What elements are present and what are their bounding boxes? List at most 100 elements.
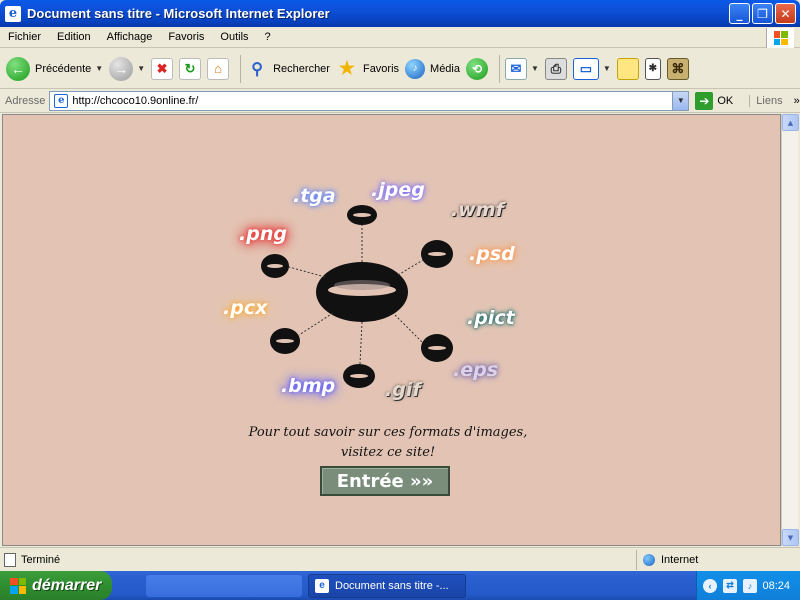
favorites-label: Favoris [362,62,400,75]
favorites-button[interactable]: ★ Favoris [336,52,399,86]
search-icon: ⚲ [251,60,263,78]
home-icon: ⌂ [207,57,230,80]
home-button[interactable]: ⌂ [207,52,230,86]
web-page: .tga .jpeg .wmf .png .psd .pcx .pict .ep… [2,114,781,546]
refresh-button[interactable]: ↻ [179,52,202,86]
zone-label: Internet [661,554,699,566]
title-bar[interactable]: e Document sans titre - Microsoft Intern… [0,0,800,27]
menu-fichier[interactable]: Fichier [0,31,49,43]
taskbar-item-ie[interactable]: e Document sans titre -... [308,574,466,598]
ie-icon: e [5,5,21,22]
security-zone[interactable]: Internet [636,550,698,570]
taskbar-item[interactable] [146,575,302,597]
task-label: Document sans titre -... [335,580,449,592]
go-button[interactable]: ➔ OK [695,91,734,110]
back-dropdown-icon[interactable]: ▼ [95,64,103,73]
refresh-icon: ↻ [179,57,202,80]
status-text: Terminé [21,553,61,566]
network-icon[interactable]: ⇄ [723,578,737,593]
printer-icon: ⎙ [544,57,567,80]
edit-button[interactable]: ▭ ▼ [572,52,611,86]
menu-favoris[interactable]: Favoris [160,31,212,43]
search-label: Rechercher [273,62,330,75]
toolbar-separator [499,54,500,83]
document-icon [4,552,16,567]
forward-button[interactable]: → ▼ [109,52,145,86]
system-tray: ‹ ⇄ ♪ 08:24 [696,571,800,600]
menu-edition[interactable]: Edition [49,31,99,43]
status-bar: Terminé Internet [0,547,800,571]
forward-dropdown-icon[interactable]: ▼ [137,64,145,73]
menu-help[interactable]: ? [257,31,279,43]
maximize-icon[interactable]: ❐ [752,3,773,24]
window-title: Document sans titre - Microsoft Internet… [27,6,330,21]
print-button[interactable]: ⎙ [544,52,567,86]
minimize-icon[interactable]: _ [729,3,750,24]
speaker-icon[interactable]: ♪ [743,578,757,593]
go-label: OK [717,94,734,107]
back-button[interactable]: ← Précédente ▼ [6,52,103,86]
start-button[interactable]: démarrer [0,571,112,600]
history-button[interactable]: ⟲ [466,52,488,86]
search-button[interactable]: ⚲ Rechercher [246,52,330,86]
forward-arrow-icon: → [109,56,134,81]
menu-outils[interactable]: Outils [212,31,256,43]
toolbar-separator [240,54,242,83]
note-icon [616,57,639,80]
media-button[interactable]: ♪ Média [405,52,460,86]
format-label: .pcx [223,297,268,319]
standard-toolbar: ← Précédente ▼ → ▼ ✖ ↻ ⌂ ⚲ Rechercher ★ … [0,49,800,89]
history-icon: ⟲ [466,57,488,80]
chevron-left-icon[interactable]: ‹ [703,578,717,593]
windows-logo-icon [10,577,26,594]
format-label: .psd [469,243,515,265]
menu-bar: Fichier Edition Affichage Favoris Outils… [0,27,800,48]
address-label: Adresse [5,94,46,107]
format-label: .wmf [451,199,504,221]
research-icon: ⌘ [666,57,689,80]
format-label: .eps [453,359,499,381]
mail-icon: ✉ [505,57,527,80]
caption-line: Pour tout savoir sur ces formats d'image… [248,425,528,440]
messenger-button[interactable]: ✱ [644,52,661,86]
address-url[interactable]: http://chcoco10.9online.fr/ [72,95,672,107]
taskbar: démarrer e Document sans titre -... ‹ ⇄ … [0,571,800,600]
vertical-scrollbar[interactable]: ▲ ▼ [781,114,799,546]
format-label: .gif [385,379,421,401]
mail-button[interactable]: ✉ ▼ [505,52,539,86]
address-bar: Adresse e http://chcoco10.9online.fr/ ▼ … [0,89,800,113]
go-arrow-icon: ➔ [695,91,714,110]
back-label: Précédente [35,62,92,75]
back-arrow-icon: ← [6,56,30,81]
scroll-down-icon[interactable]: ▼ [782,529,799,546]
edit-page-icon: ▭ [572,57,599,80]
links-label: Liens [756,94,783,107]
stop-button[interactable]: ✖ [151,52,174,86]
stop-icon: ✖ [151,57,174,80]
menu-affichage[interactable]: Affichage [99,31,161,43]
mail-dropdown-icon[interactable]: ▼ [531,64,539,73]
address-dropdown-icon[interactable]: ▼ [672,91,689,110]
scroll-up-icon[interactable]: ▲ [782,114,799,131]
windows-logo-icon [766,28,794,48]
links-toolbar[interactable]: Liens » [749,94,800,107]
edit-dropdown-icon[interactable]: ▼ [603,64,611,73]
ie-icon: e [315,579,329,593]
research-button[interactable]: ⌘ [666,52,689,86]
start-label: démarrer [32,576,102,594]
format-label: .tga [293,185,336,207]
format-label: .bmp [281,375,336,397]
chevron-right-icon[interactable]: » [794,95,800,107]
media-label: Média [430,62,460,75]
enter-button[interactable]: Entrée »» [320,466,450,496]
discuss-button[interactable] [616,52,639,86]
address-input[interactable]: e http://chcoco10.9online.fr/ ▼ [49,90,690,111]
clock[interactable]: 08:24 [762,580,790,592]
messenger-icon: ✱ [644,57,661,80]
format-label: .png [239,223,287,245]
format-label: .jpeg [371,179,425,201]
format-label: .pict [467,307,515,329]
media-icon: ♪ [405,58,426,79]
close-icon[interactable]: ✕ [775,3,796,24]
caption-line: visitez ce site! [340,445,436,460]
